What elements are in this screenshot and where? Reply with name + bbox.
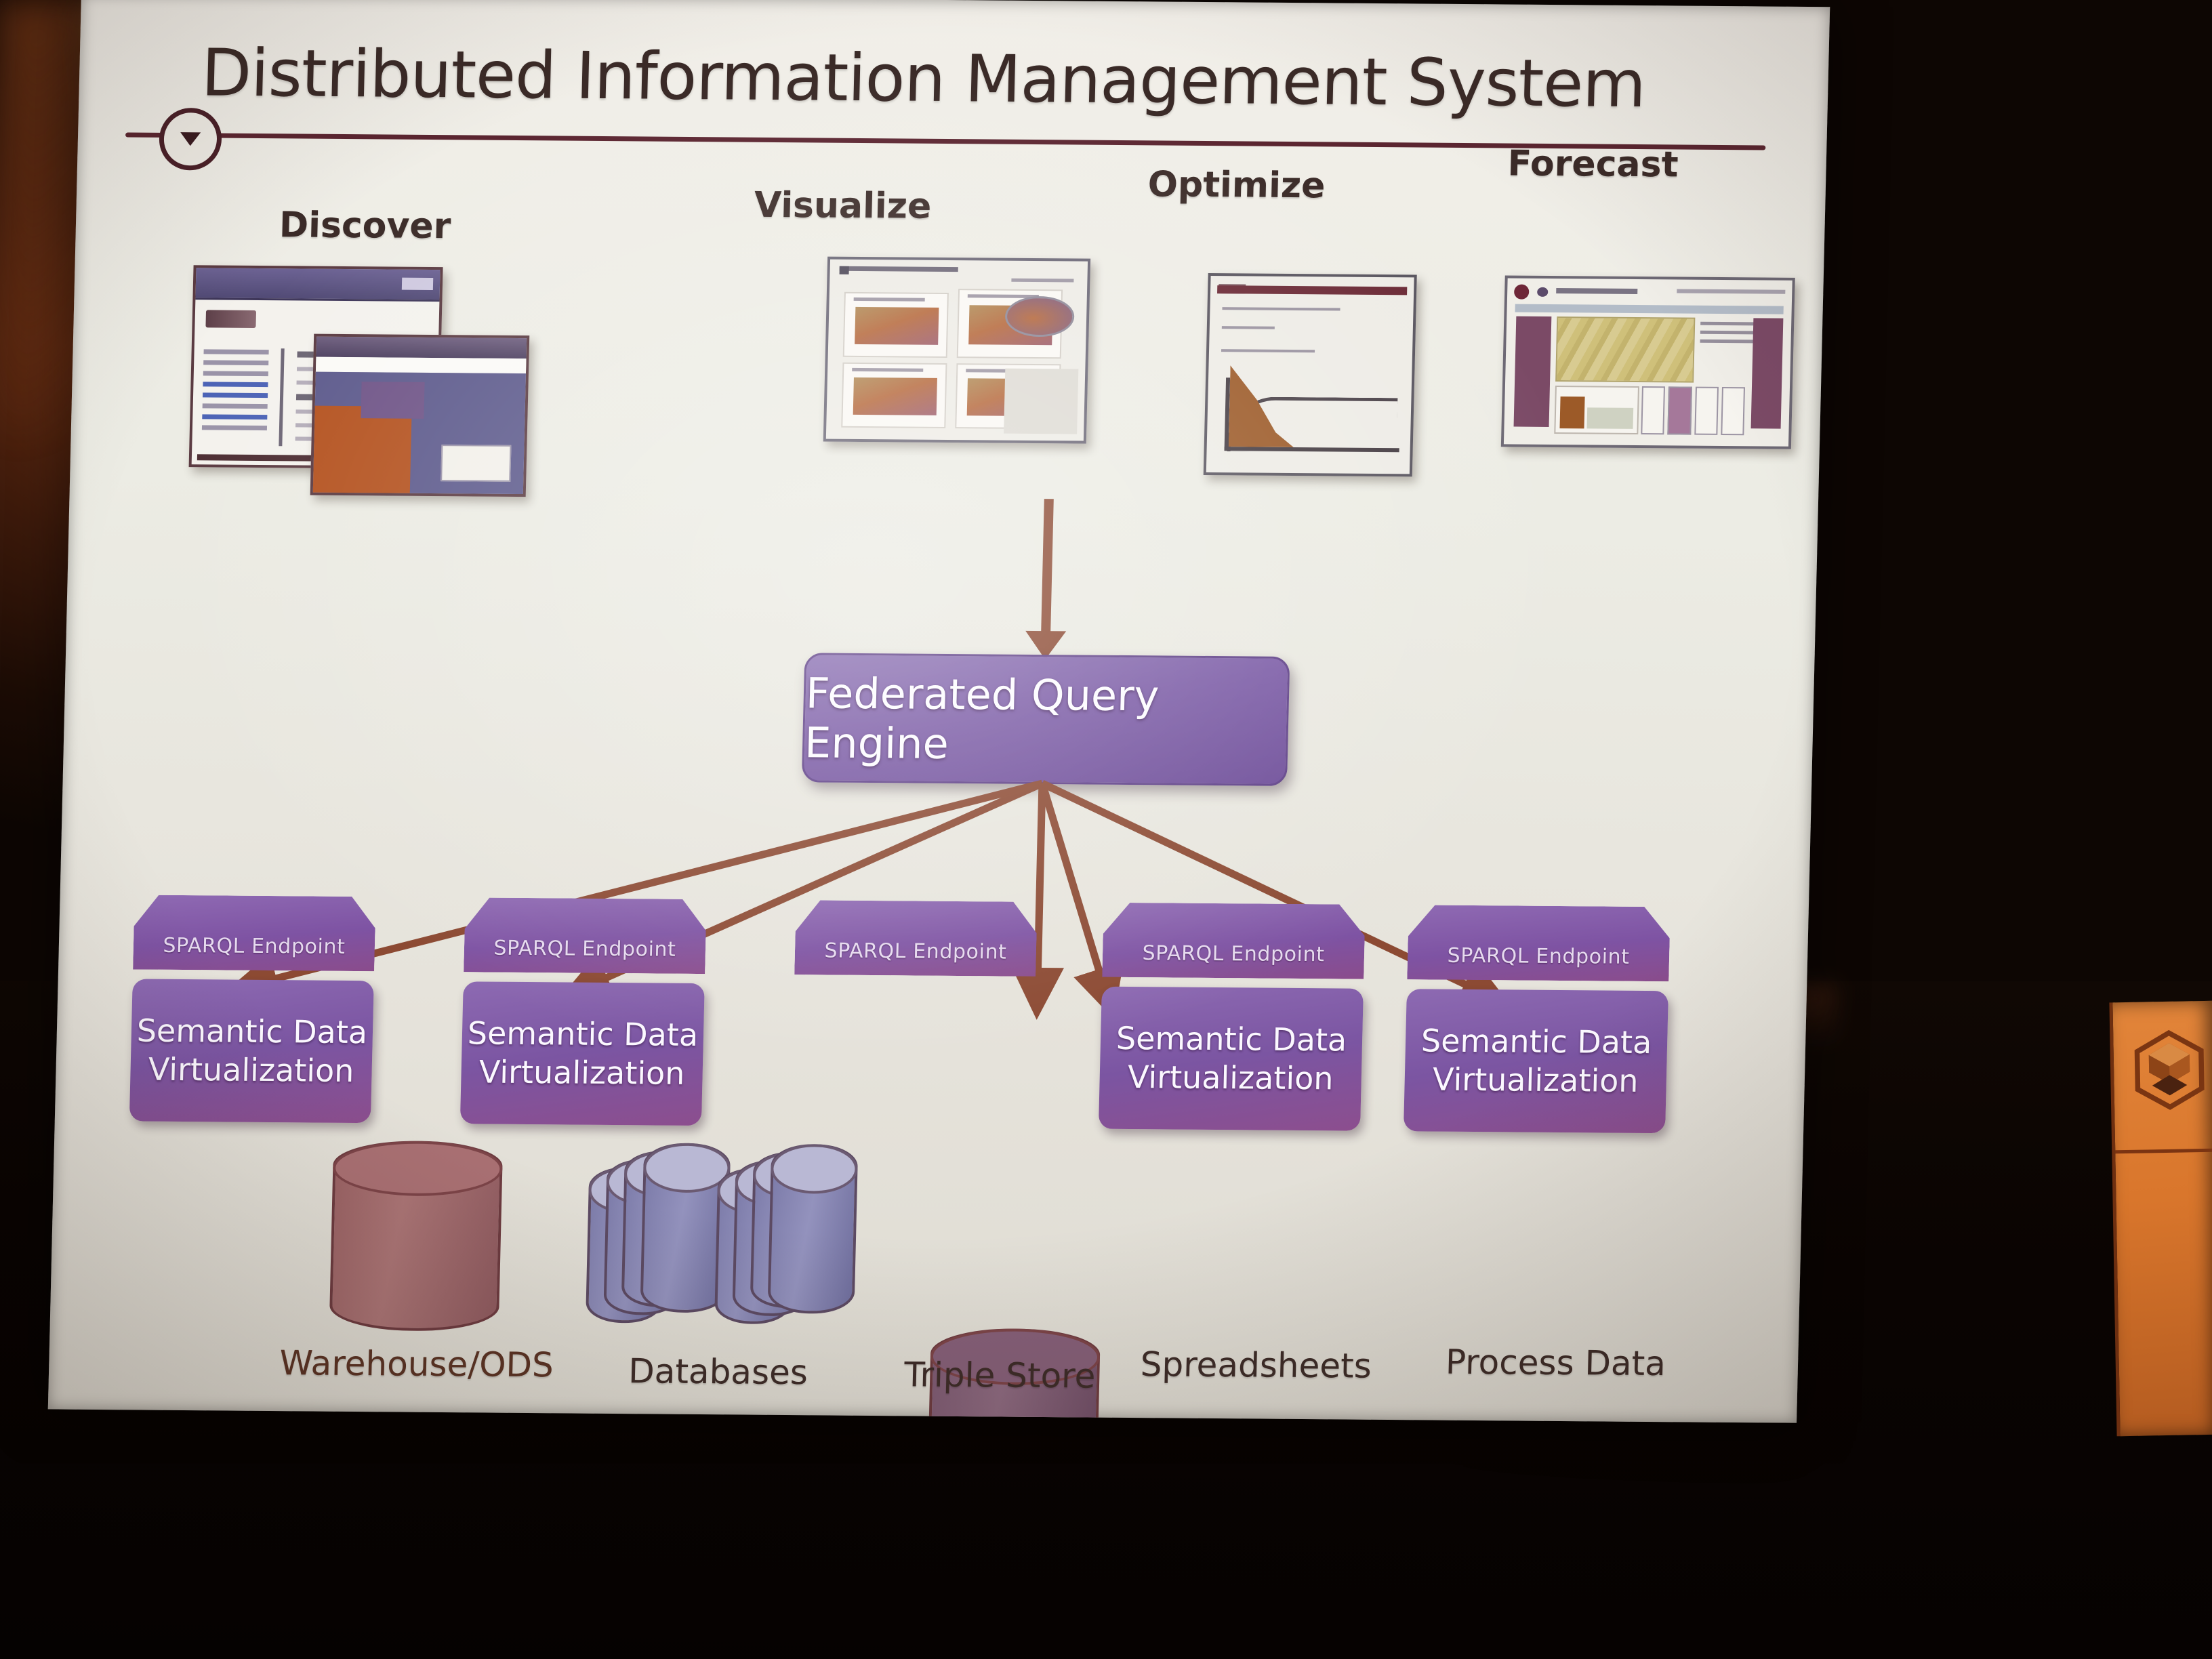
sdv-line2: Virtualization	[1127, 1058, 1334, 1097]
source-label-spreadsheets: Spreadsheets	[1140, 1345, 1372, 1386]
flow-arrow-to-engine	[1040, 499, 1054, 642]
stacked-cylinders-icon-databases	[585, 1143, 888, 1341]
semantic-data-virtualization-box[interactable]: Semantic Data Virtualization	[129, 979, 374, 1124]
source-label-warehouse: Warehouse/ODS	[279, 1343, 554, 1385]
source-label-triple-store: Triple Store	[903, 1355, 1097, 1396]
right-chart-panel	[1750, 318, 1784, 429]
sparql-endpoint-label: SPARQL Endpoint	[1142, 941, 1325, 967]
federated-query-engine-label: Federated Query Engine	[804, 668, 1160, 769]
sdv-line1: Semantic Data	[136, 1012, 368, 1050]
column-spreadsheets: SPARQL Endpoint Semantic Data Virtualiza…	[1098, 903, 1366, 1131]
accent-bar	[1217, 285, 1408, 295]
treemap-canvas	[312, 371, 526, 495]
filter-bar	[1515, 304, 1784, 314]
text-line	[1221, 326, 1275, 329]
column-warehouse: SPARQL Endpoint Semantic Data Virtualiza…	[129, 895, 376, 1124]
sparql-endpoint-banner[interactable]: SPARQL Endpoint	[1407, 905, 1671, 981]
sdv-line2: Virtualization	[478, 1053, 686, 1092]
chevron-down-triangle	[180, 132, 201, 146]
sparql-endpoint-label: SPARQL Endpoint	[1447, 943, 1631, 969]
capability-label-optimize: Optimize	[1147, 164, 1326, 207]
facet-sidebar	[201, 349, 269, 447]
forecast-dashboard-thumbnail	[1500, 275, 1795, 449]
sdv-line1: Semantic Data	[1115, 1019, 1347, 1059]
sparql-endpoint-banner[interactable]: SPARQL Endpoint	[1102, 903, 1366, 979]
bar-chart-panel	[1554, 386, 1639, 434]
source-label-databases: Databases	[628, 1351, 808, 1393]
dashboard-header-icon	[839, 266, 849, 274]
sparql-endpoint-label: SPARQL Endpoint	[824, 939, 1007, 964]
window-titlebar	[316, 336, 527, 359]
semantic-data-virtualization-box[interactable]: Semantic Data Virtualization	[459, 981, 705, 1126]
column-triple-store: SPARQL Endpoint	[794, 900, 1038, 977]
map-panel	[1555, 316, 1696, 383]
capability-label-forecast: Forecast	[1507, 143, 1679, 186]
sdv-line2: Virtualization	[1432, 1061, 1639, 1099]
capability-label-visualize: Visualize	[754, 184, 933, 227]
empty-panel-placeholder	[1004, 368, 1079, 434]
chart-panel	[841, 362, 947, 428]
kpi-cells	[1641, 386, 1745, 436]
chevron-down-circle-icon	[158, 107, 223, 171]
dashboard-toolbar	[1513, 284, 1786, 301]
text-line	[1221, 349, 1315, 353]
dashboard-header-line	[839, 266, 958, 272]
sdv-line2: Virtualization	[148, 1050, 355, 1090]
wall-sign-poster	[2109, 1000, 2212, 1437]
sparql-endpoint-banner[interactable]: SPARQL Endpoint	[464, 897, 707, 974]
semantic-data-virtualization-box[interactable]: Semantic Data Virtualization	[1098, 986, 1364, 1131]
wall-sign-divider	[2115, 1148, 2212, 1154]
sparql-endpoint-banner[interactable]: SPARQL Endpoint	[794, 900, 1038, 977]
sparql-endpoint-banner[interactable]: SPARQL Endpoint	[133, 895, 376, 971]
semantic-data-virtualization-box[interactable]: Semantic Data Virtualization	[1403, 989, 1668, 1134]
left-chart-panel	[1513, 316, 1552, 427]
column-databases: SPARQL Endpoint Semantic Data Virtualiza…	[459, 897, 707, 1126]
gauge-widget	[1004, 295, 1075, 337]
window-titlebar	[195, 268, 441, 302]
cylinder-database-icon-warehouse	[329, 1140, 504, 1332]
app-logo	[205, 310, 257, 328]
sdv-line1: Semantic Data	[1420, 1021, 1652, 1061]
hexagon-cube-logo-icon	[2134, 1029, 2205, 1110]
chart-panel	[842, 291, 949, 358]
sparql-endpoint-label: SPARQL Endpoint	[163, 933, 346, 959]
capability-label-discover: Discover	[279, 205, 452, 247]
optimize-chart-thumbnail	[1203, 273, 1417, 477]
column-process-data: SPARQL Endpoint Semantic Data Virtualiza…	[1403, 905, 1671, 1134]
arrow-to-column-3	[1012, 783, 1065, 1020]
sdv-line1: Semantic Data	[467, 1014, 699, 1053]
sidebar-divider	[279, 348, 285, 447]
visualize-dashboard-thumbnail	[823, 256, 1091, 444]
slide-title: Distributed Information Management Syste…	[200, 35, 1647, 123]
text-line	[1222, 307, 1340, 311]
source-label-process-data: Process Data	[1445, 1342, 1666, 1384]
gauge-caption-line	[1011, 278, 1074, 283]
sparql-endpoint-label: SPARQL Endpoint	[493, 936, 676, 962]
projection-screen: Distributed Information Management Syste…	[47, 0, 1830, 1423]
slide-content: Distributed Information Management Syste…	[48, 0, 1830, 1423]
discover-treemap-window-thumbnail	[310, 333, 530, 497]
